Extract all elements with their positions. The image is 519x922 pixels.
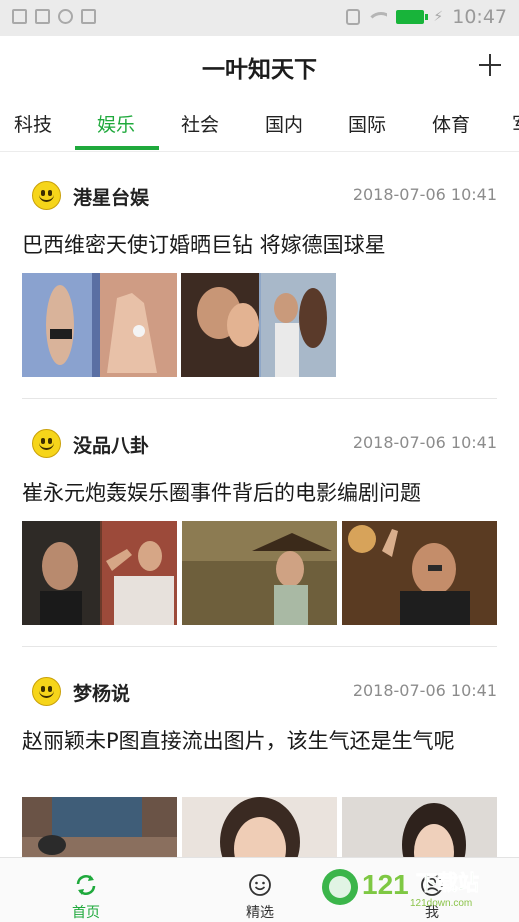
- site-watermark: 121 下载站 121down.com: [318, 860, 508, 910]
- card-divider: [22, 646, 497, 647]
- lock-notification-icon: [35, 9, 50, 24]
- wifi-icon: [369, 10, 388, 24]
- headline[interactable]: 巴西维密天使订婚晒巨钻 将嫁德国球星: [22, 230, 497, 260]
- refresh-icon: [76, 875, 96, 895]
- tab-tech[interactable]: 科技: [14, 110, 52, 137]
- bag-notification-icon: [81, 9, 96, 24]
- news-feed[interactable]: 港星台娱 2018-07-06 10:41 巴西维密天使订婚晒巨钻 将嫁德国球星: [0, 153, 519, 857]
- news-card[interactable]: 没品八卦 2018-07-06 10:41 崔永元炮轰娱乐圈事件背后的电影编剧问…: [22, 424, 497, 649]
- smiley-icon: [32, 677, 61, 706]
- app-title: 一叶知天下: [202, 57, 317, 83]
- timestamp: 2018-07-06 10:41: [352, 185, 497, 204]
- smile-face-icon: [249, 874, 271, 896]
- notification-icons: [12, 9, 96, 24]
- thumbnail-row[interactable]: [22, 273, 497, 377]
- thumbnail-image[interactable]: [342, 521, 497, 625]
- tab-military[interactable]: 军: [512, 110, 519, 137]
- tab-domestic[interactable]: 国内: [265, 110, 303, 137]
- tab-international[interactable]: 国际: [348, 110, 386, 137]
- thumbnail-image[interactable]: [22, 273, 177, 377]
- app-header: 一叶知天下: [0, 36, 519, 98]
- headline[interactable]: 崔永元炮轰娱乐圈事件背后的电影编剧问题: [22, 478, 497, 508]
- source-name[interactable]: 没品八卦: [73, 431, 149, 458]
- timestamp: 2018-07-06 10:41: [352, 681, 497, 700]
- image-notification-icon: [12, 9, 27, 24]
- news-card[interactable]: 港星台娱 2018-07-06 10:41 巴西维密天使订婚晒巨钻 将嫁德国球星: [22, 176, 497, 401]
- headline[interactable]: 赵丽颖未P图直接流出图片，该生气还是生气呢: [22, 726, 497, 756]
- battery-icon: [396, 10, 429, 24]
- source-row: 港星台娱 2018-07-06 10:41: [22, 176, 497, 216]
- tab-entertainment[interactable]: 娱乐: [97, 110, 135, 137]
- thumbnail-image[interactable]: [22, 797, 177, 857]
- source-row: 没品八卦 2018-07-06 10:41: [22, 424, 497, 464]
- timestamp: 2018-07-06 10:41: [352, 433, 497, 452]
- tab-sports[interactable]: 体育: [432, 110, 470, 137]
- active-tab-indicator: [75, 146, 159, 150]
- source-name[interactable]: 梦杨说: [73, 679, 130, 706]
- tab-society[interactable]: 社会: [181, 110, 219, 137]
- charging-icon: ⚡: [433, 9, 444, 25]
- thumbnail-image[interactable]: [181, 273, 336, 377]
- status-time: 10:47: [452, 6, 507, 28]
- signal-icon: [346, 9, 361, 25]
- plus-icon[interactable]: [477, 52, 503, 78]
- system-status: ⚡ 10:47: [346, 6, 507, 28]
- thumbnail-image[interactable]: [182, 797, 337, 857]
- nav-label: 精选: [246, 905, 274, 921]
- card-divider: [22, 398, 497, 399]
- source-name[interactable]: 港星台娱: [73, 183, 149, 210]
- smiley-icon: [32, 429, 61, 458]
- status-bar: ⚡ 10:47: [0, 0, 519, 36]
- smiley-icon: [32, 181, 61, 210]
- news-card[interactable]: 梦杨说 2018-07-06 10:41 赵丽颖未P图直接流出图片，该生气还是生…: [22, 672, 497, 857]
- thumbnail-image[interactable]: [342, 797, 497, 857]
- watermark-logo: 121: [362, 869, 409, 900]
- nav-home[interactable]: 首页: [46, 858, 126, 922]
- app-notification-icon: [58, 9, 73, 24]
- source-row: 梦杨说 2018-07-06 10:41: [22, 672, 497, 712]
- category-tabs: 科技 娱乐 社会 国内 国际 体育 军: [0, 98, 519, 152]
- thumbnail-row[interactable]: [22, 797, 497, 857]
- watermark-text: 下载站: [416, 871, 479, 895]
- nav-label: 首页: [72, 905, 100, 921]
- thumbnail-image[interactable]: [22, 521, 177, 625]
- thumbnail-row[interactable]: [22, 521, 497, 625]
- watermark-subtext: 121down.com: [410, 898, 472, 909]
- nav-featured[interactable]: 精选: [220, 858, 300, 922]
- thumbnail-image[interactable]: [182, 521, 337, 625]
